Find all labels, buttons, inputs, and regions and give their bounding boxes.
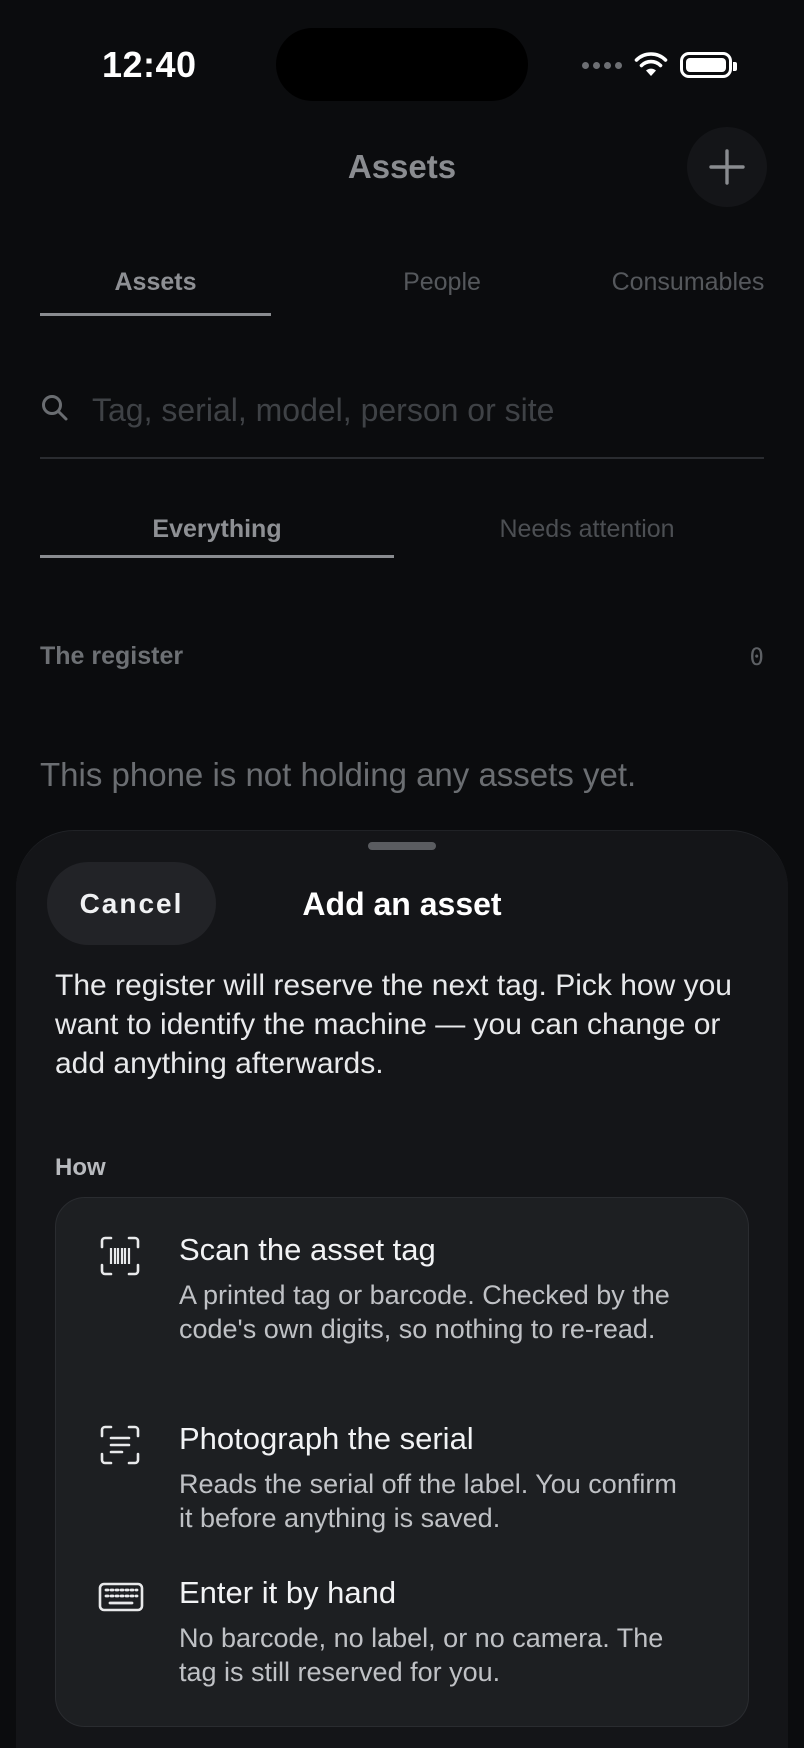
section-tabs: Assets People Consumables xyxy=(40,268,765,316)
method-options-card: Scan the asset tag A printed tag or barc… xyxy=(55,1197,749,1727)
battery-icon xyxy=(680,52,737,78)
option-description: Reads the serial off the label. You conf… xyxy=(179,1469,677,1533)
option-title: Scan the asset tag xyxy=(179,1232,436,1267)
status-icons xyxy=(582,50,737,80)
tab-consumables[interactable]: Consumables xyxy=(530,268,804,297)
filter-selected-indicator xyxy=(40,555,394,558)
sheet-title: Add an asset xyxy=(302,886,502,922)
filter-everything[interactable]: Everything xyxy=(40,515,394,544)
keyboard-icon xyxy=(98,1582,144,1612)
tab-selected-indicator xyxy=(40,313,271,316)
filter-needs-attention[interactable]: Needs attention xyxy=(410,515,764,544)
add-asset-button[interactable] xyxy=(687,127,767,207)
assets-screen: 12:40 Assets Assets People Consumables E… xyxy=(0,0,804,1748)
barcode-scan-icon xyxy=(100,1236,140,1276)
sheet-description: The register will reserve the next tag. … xyxy=(55,969,732,1080)
register-count: 0 xyxy=(749,643,764,671)
dynamic-island xyxy=(276,28,528,101)
option-scan-tag[interactable]: Scan the asset tag A printed tag or barc… xyxy=(56,1232,750,1382)
search-bar xyxy=(40,385,764,459)
option-title: Photograph the serial xyxy=(179,1421,474,1456)
option-description: A printed tag or barcode. Checked by the… xyxy=(179,1280,670,1344)
search-input[interactable] xyxy=(92,385,752,435)
plus-icon xyxy=(709,149,745,185)
option-title: Enter it by hand xyxy=(179,1575,397,1610)
wifi-icon xyxy=(634,52,668,76)
option-description: No barcode, no label, or no camera. The … xyxy=(179,1623,664,1687)
tab-assets[interactable]: Assets xyxy=(40,268,271,297)
empty-state-message: This phone is not holding any assets yet… xyxy=(40,756,637,793)
search-icon xyxy=(42,395,68,421)
cellular-signal-icon xyxy=(582,61,622,69)
option-photograph-serial[interactable]: Photograph the serial Reads the serial o… xyxy=(56,1421,750,1541)
how-section-label: How xyxy=(55,1154,106,1181)
option-enter-by-hand[interactable]: Enter it by hand No barcode, no label, o… xyxy=(56,1575,750,1695)
register-heading: The register xyxy=(40,642,184,670)
status-time: 12:40 xyxy=(102,44,197,85)
text-scan-icon xyxy=(100,1425,140,1465)
sheet-grabber[interactable] xyxy=(368,842,436,850)
page-title: Assets xyxy=(347,148,457,185)
